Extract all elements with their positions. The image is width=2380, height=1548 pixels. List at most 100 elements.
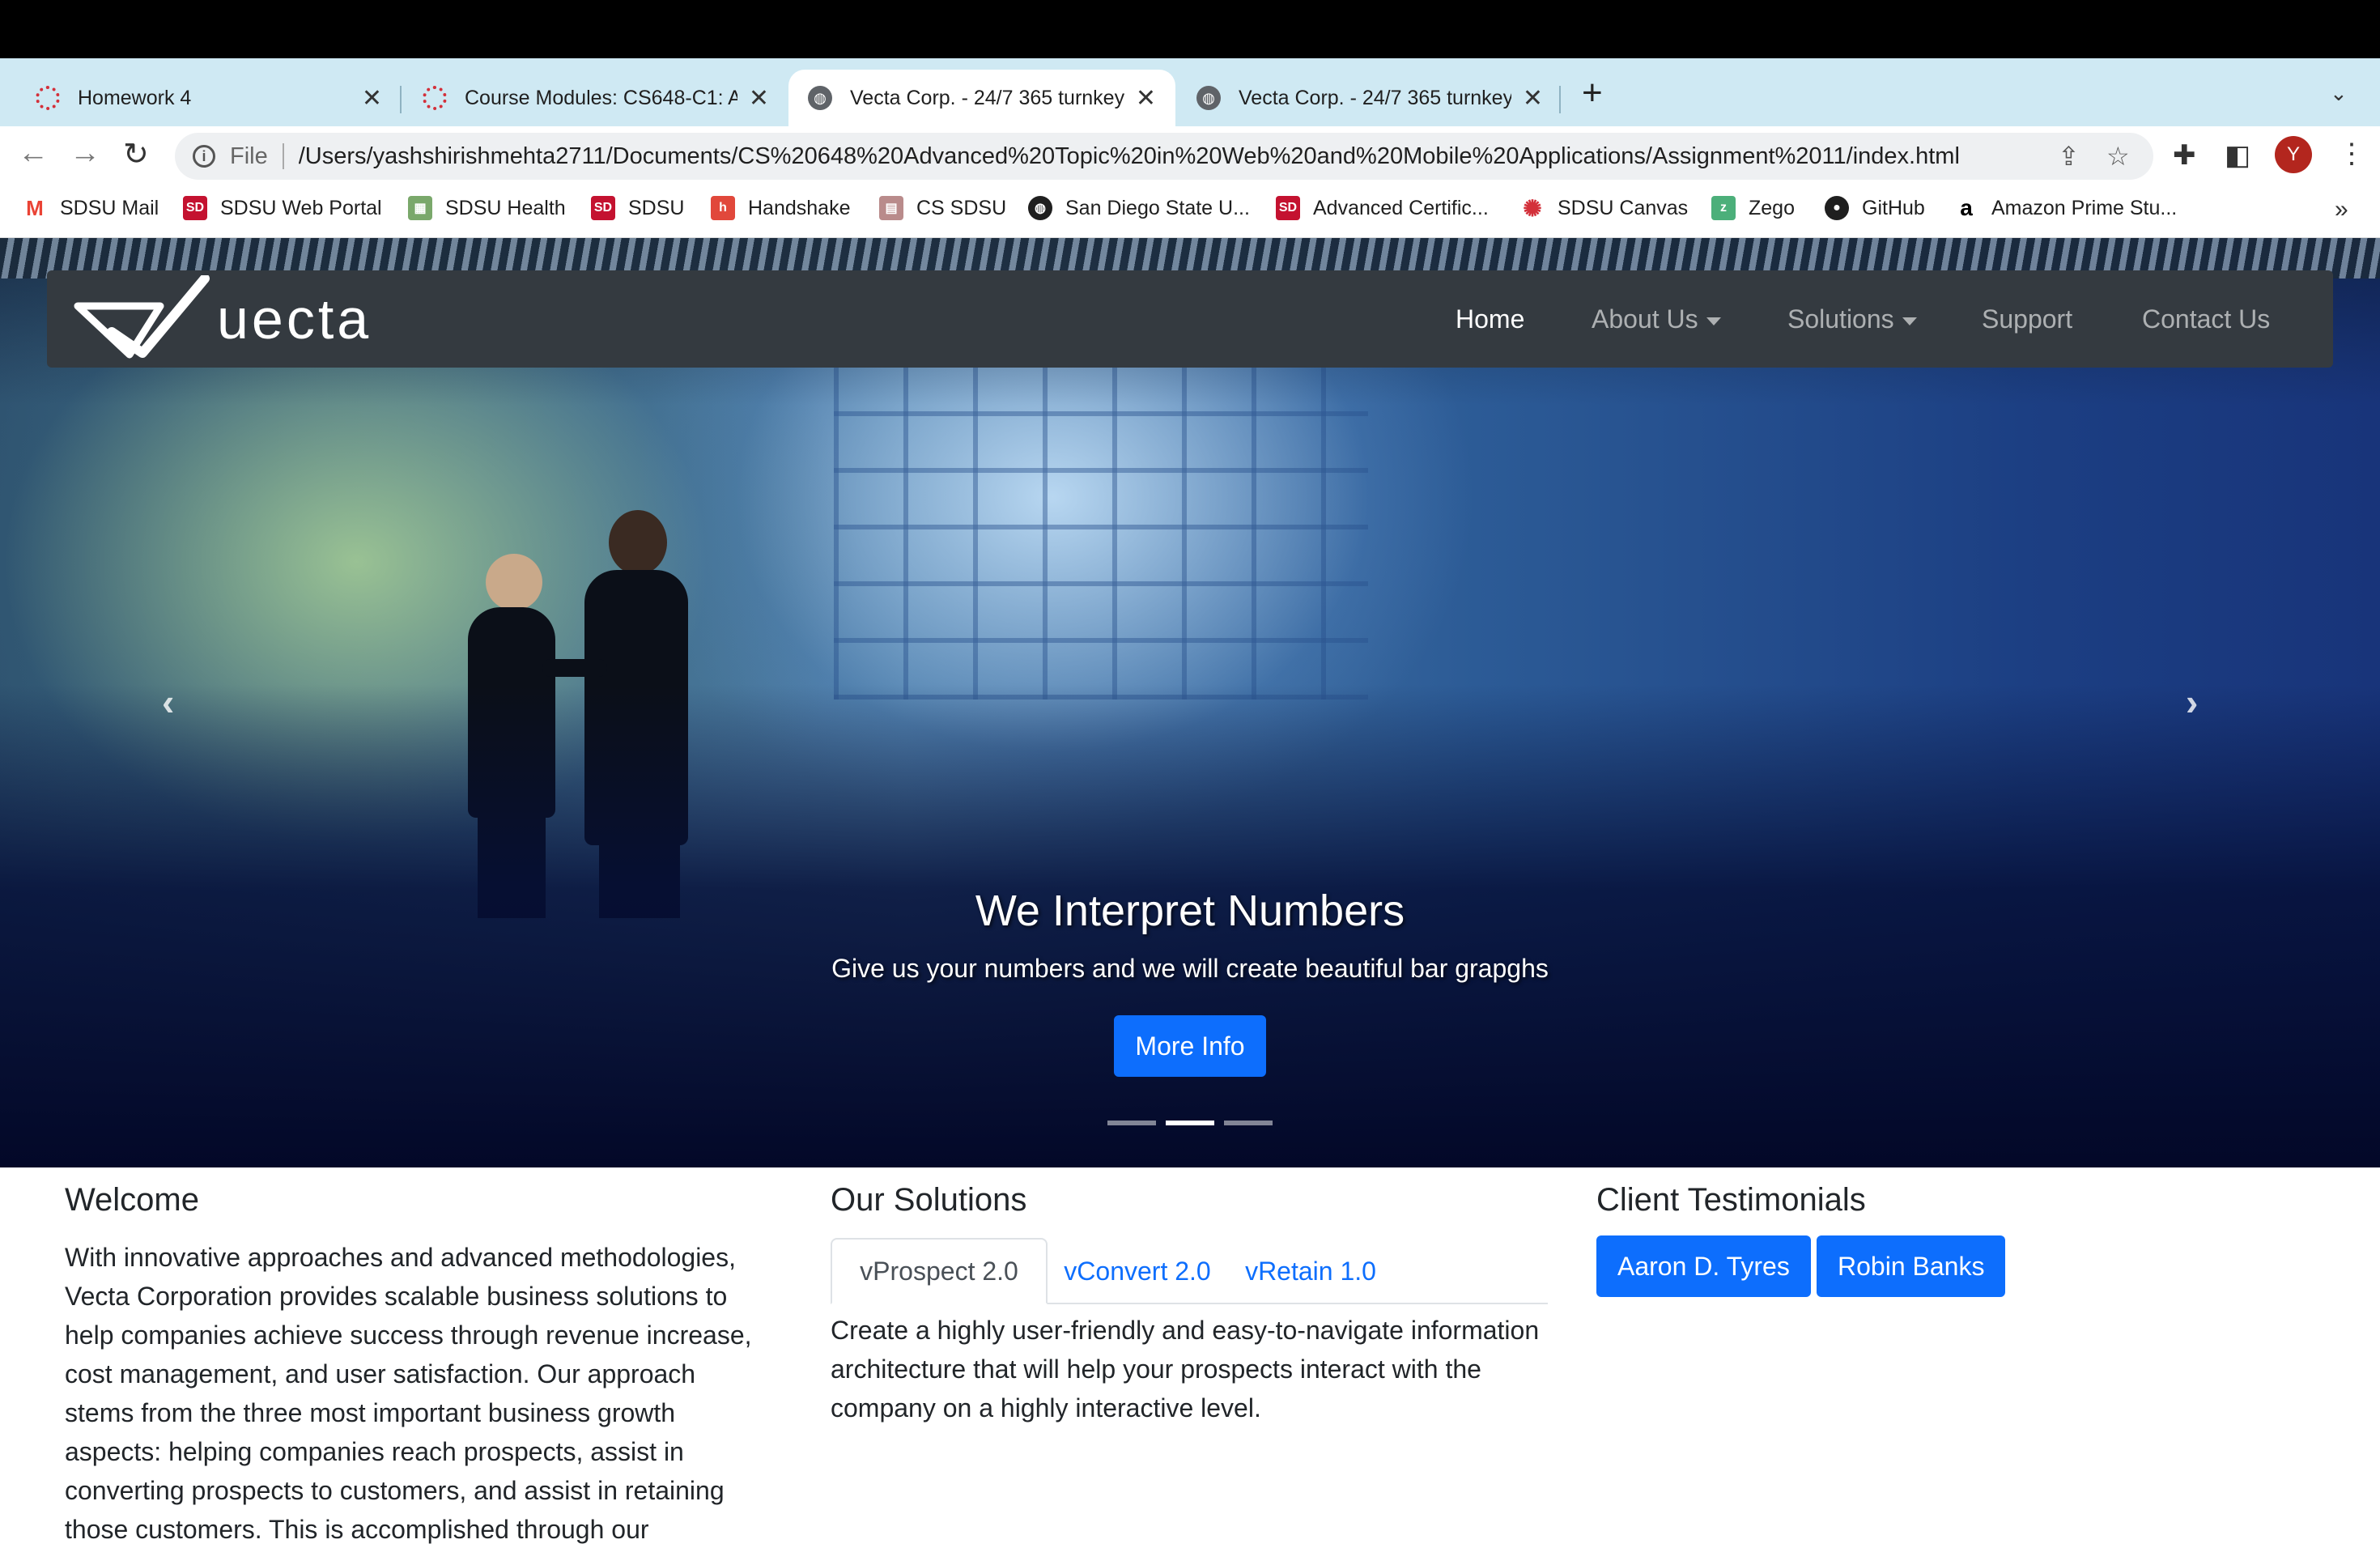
tab-title: Vecta Corp. - 24/7 365 turnkey (1239, 86, 1511, 109)
tab-title: Homework 4 (78, 86, 192, 109)
amazon-icon: a (1960, 195, 1973, 220)
globe-icon: ◍ (1196, 86, 1221, 110)
nav-solutions[interactable]: Solutions (1787, 304, 1917, 334)
carousel-indicator-2[interactable] (1166, 1121, 1214, 1125)
new-tab-plus-icon[interactable]: + (1582, 73, 1603, 113)
bookmark-item[interactable]: ◍ San Diego State U... (1028, 196, 1250, 220)
testimonials-heading: Client Testimonials (1596, 1182, 1866, 1218)
handshake-icon: h (711, 196, 735, 220)
carousel-indicator-3[interactable] (1224, 1121, 1273, 1125)
bookmarks-bar: M SDSU Mail SD SDSU Web Portal ▦ SDSU He… (0, 185, 2380, 238)
sdsu-icon: SD (591, 196, 615, 220)
vecta-logo[interactable]: uecta (71, 274, 492, 368)
bookmark-item[interactable]: ✺ SDSU Canvas (1520, 195, 1688, 221)
nav-support[interactable]: Support (1982, 304, 2072, 334)
bookmark-item[interactable]: ▦ SDSU Health (408, 196, 566, 220)
bookmark-label: SDSU Mail (60, 196, 159, 219)
bookmark-label: Advanced Certific... (1313, 196, 1489, 219)
bookmark-item[interactable]: a Amazon Prime Stu... (1954, 195, 2178, 220)
bookmark-item[interactable]: SD SDSU (591, 196, 684, 220)
nav-contact-us[interactable]: Contact Us (2142, 304, 2270, 334)
close-icon[interactable]: ✕ (749, 84, 769, 113)
nav-about-us-label: About Us (1592, 304, 1698, 334)
testimonial-button-aaron[interactable]: Aaron D. Tyres (1596, 1235, 1811, 1297)
more-bookmarks-chevron-icon[interactable]: » (2335, 196, 2348, 223)
browser-tab-2[interactable]: Course Modules: CS648-C1: A ✕ (403, 70, 788, 126)
close-icon[interactable]: ✕ (362, 84, 382, 113)
bookmark-item[interactable]: SD Advanced Certific... (1276, 196, 1489, 220)
site-navbar: uecta Home About Us Solutions Support Co… (47, 270, 2333, 368)
bookmark-label: CS SDSU (916, 196, 1007, 219)
nav-home[interactable]: Home (1456, 304, 1524, 334)
carousel-next-chevron-icon[interactable]: › (2186, 680, 2198, 724)
welcome-section: Welcome With innovative approaches and a… (65, 1182, 769, 1548)
sdsu-icon: SD (1276, 196, 1300, 220)
bookmark-label: Zego (1749, 196, 1795, 219)
solutions-tabs: vProspect 2.0 vConvert 2.0 vRetain 1.0 (831, 1238, 1548, 1304)
health-icon: ▦ (408, 196, 432, 220)
carousel-prev-chevron-icon[interactable]: ‹ (162, 680, 174, 724)
browser-toolbar: ← → ↻ i File /Users/yashshirishmehta2711… (0, 126, 2380, 185)
menu-kebab-icon[interactable]: ⋮ (2338, 138, 2365, 170)
testimonials-section: Client Testimonials Aaron D. Tyres Robin… (1596, 1182, 2309, 1297)
side-panel-icon[interactable]: ◧ (2225, 139, 2250, 172)
browser-tab-4[interactable]: ◍ Vecta Corp. - 24/7 365 turnkey ✕ (1177, 70, 1562, 126)
bookmark-star-icon[interactable]: ☆ (2106, 141, 2130, 172)
tab-vconvert[interactable]: vConvert 2.0 (1048, 1238, 1227, 1304)
bookmark-item[interactable]: ● GitHub (1825, 196, 1925, 220)
canvas-icon (423, 86, 447, 110)
tab-search-chevron-icon[interactable]: ⌄ (2330, 81, 2348, 106)
profile-avatar[interactable]: Y (2275, 136, 2312, 173)
nav-about-us[interactable]: About Us (1592, 304, 1721, 334)
solutions-tab-content: Create a highly user-friendly and easy-t… (831, 1316, 1540, 1423)
carousel-indicator-1[interactable] (1107, 1121, 1156, 1125)
carousel-caption-subtitle: Give us your numbers and we will create … (831, 954, 1549, 983)
url-text[interactable]: /Users/yashshirishmehta2711/Documents/CS… (299, 143, 1960, 170)
welcome-text: With innovative approaches and advanced … (65, 1243, 752, 1544)
tab-strip: Homework 4 ✕ Course Modules: CS648-C1: A… (0, 58, 2380, 126)
browser-tab-1[interactable]: Homework 4 ✕ (16, 70, 402, 126)
nav-solutions-label: Solutions (1787, 304, 1894, 334)
bookmark-item[interactable]: SD SDSU Web Portal (183, 196, 382, 220)
bookmark-item[interactable]: ▤ CS SDSU (879, 196, 1006, 220)
bookmark-item[interactable]: z Zego (1711, 196, 1795, 220)
bookmark-item[interactable]: h Handshake (711, 196, 850, 220)
share-icon[interactable]: ⇪ (2058, 141, 2080, 172)
info-icon[interactable]: i (193, 145, 215, 168)
bookmark-label: SDSU Health (445, 196, 566, 219)
tab-separator (400, 86, 402, 113)
canvas-icon: ✺ (1523, 195, 1542, 221)
tab-title: Vecta Corp. - 24/7 365 turnkey (850, 86, 1124, 109)
more-info-button[interactable]: More Info (1114, 1015, 1266, 1077)
close-icon[interactable]: ✕ (1136, 84, 1156, 113)
bookmark-label: San Diego State U... (1065, 196, 1250, 219)
gmail-icon: M (26, 195, 44, 220)
browser-tab-3-active[interactable]: ◍ Vecta Corp. - 24/7 365 turnkey ✕ (788, 70, 1175, 126)
back-arrow-icon[interactable]: ← (18, 136, 49, 171)
bookmark-item[interactable]: M SDSU Mail (23, 196, 159, 220)
welcome-heading: Welcome (65, 1182, 199, 1218)
reload-icon[interactable]: ↻ (123, 136, 149, 172)
globe-icon: ◍ (808, 86, 832, 110)
bookmark-label: Amazon Prime Stu... (1991, 196, 2178, 219)
tab-vretain[interactable]: vRetain 1.0 (1227, 1238, 1394, 1304)
url-scheme: File (230, 142, 268, 169)
zego-icon: z (1711, 196, 1736, 220)
github-icon: ● (1825, 196, 1849, 220)
tab-vprospect[interactable]: vProspect 2.0 (831, 1238, 1048, 1304)
globe-icon: ◍ (1028, 196, 1052, 220)
testimonial-button-robin[interactable]: Robin Banks (1817, 1235, 2006, 1297)
tab-title: Course Modules: CS648-C1: A (465, 86, 737, 109)
forward-arrow-icon[interactable]: → (70, 136, 100, 171)
caret-down-icon (1706, 317, 1721, 325)
canvas-icon (36, 86, 60, 110)
address-bar[interactable]: i File /Users/yashshirishmehta2711/Docum… (175, 133, 2153, 180)
vecta-logo-icon: uecta (74, 274, 372, 359)
bookmark-label: GitHub (1862, 196, 1925, 219)
bookmark-label: SDSU (628, 196, 685, 219)
brand-text: uecta (217, 287, 372, 351)
cs-sdsu-icon: ▤ (879, 196, 903, 220)
caret-down-icon (1902, 317, 1917, 325)
close-icon[interactable]: ✕ (1523, 84, 1543, 113)
extensions-puzzle-icon[interactable]: ✚ (2173, 139, 2196, 172)
